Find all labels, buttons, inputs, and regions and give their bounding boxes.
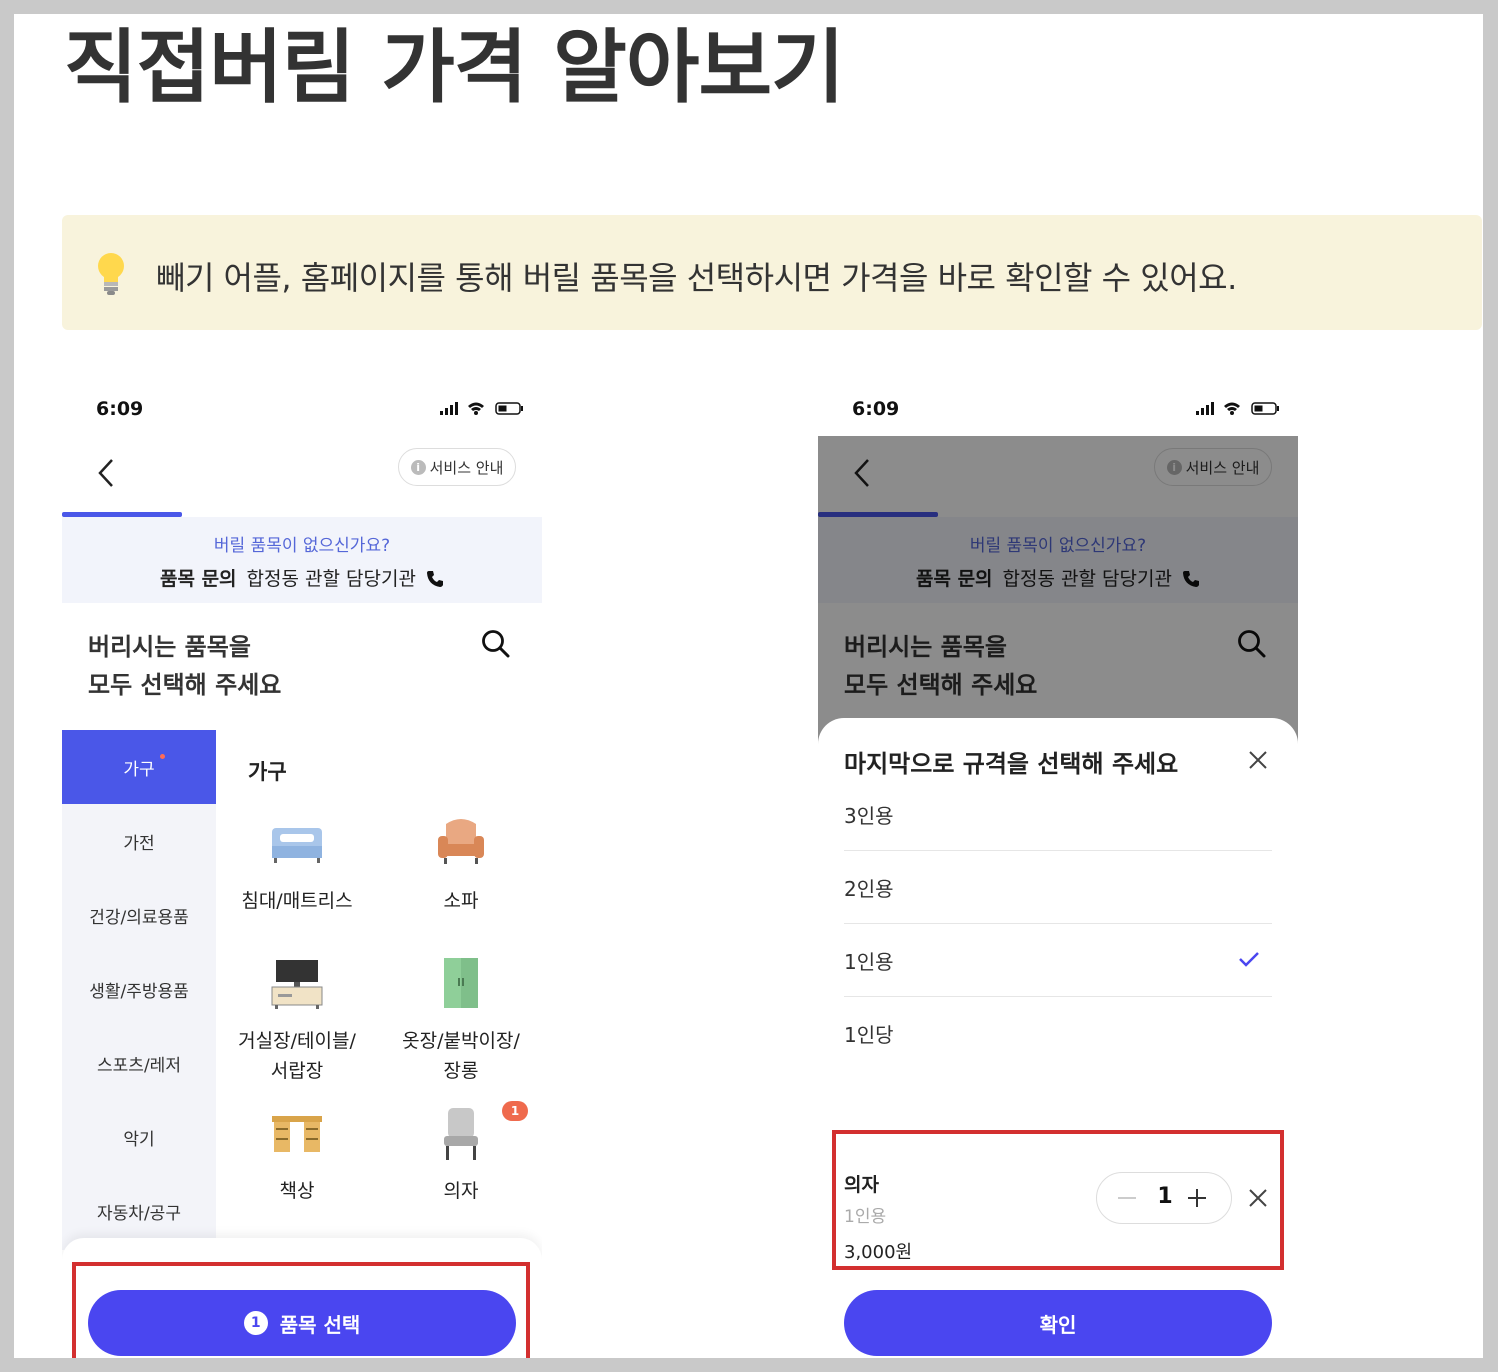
new-dot [160,754,165,759]
category-label: 가전 [123,833,155,854]
category-heading: 가구 [248,760,287,784]
category-label: 건강/의료용품 [89,907,189,928]
highlight-box [72,1262,530,1358]
item-label: 소파 [443,890,479,912]
item-label: 옷장/붙박이장/ 장롱 [402,1030,520,1082]
status-bar: 6:09 [818,376,1298,436]
spec-option[interactable]: 2인용 [844,851,1272,924]
confirm-label: 확인 [1039,1312,1077,1337]
close-icon[interactable] [1246,748,1270,772]
category-appliance[interactable]: 가전 [62,804,216,878]
phone-call-icon[interactable] [426,570,444,588]
tip-banner: 빼기 어플, 홈페이지를 통해 버릴 품목을 선택하시면 가격을 바로 확인할 … [62,215,1482,330]
notice-contact-row[interactable]: 품목 문의 합정동 관할 담당기관 [62,564,542,591]
notice-label: 품목 문의 [160,568,237,590]
status-time: 6:09 [852,398,900,420]
sofa-icon [438,819,484,864]
category-sidebar: 가구 가전 건강/의료용품 생활/주방용품 스포츠/레저 악기 자동차/공구 [62,730,216,1250]
phone-screen-category: 6:09 i 서비스 안내 버릴 품목이 없으신가요? 품목 문의 합정동 관할 … [62,376,542,1358]
status-time: 6:09 [96,398,144,420]
desk-icon [272,1116,322,1152]
highlight-box [832,1130,1284,1270]
spec-option[interactable]: 1인당 [844,997,1272,1070]
item-label: 거실장/테이블/ 서랍장 [238,1030,356,1082]
item-tv-stand[interactable]: 거실장/테이블/ 서랍장 [222,956,372,1086]
category-label: 자동차/공구 [97,1203,181,1224]
sheet-title: 마지막으로 규격을 선택해 주세요 [844,750,1179,778]
spec-option-selected[interactable]: 1인용 [844,924,1272,997]
tip-text: 빼기 어플, 홈페이지를 통해 버릴 품목을 선택하시면 가격을 바로 확인할 … [156,259,1237,297]
item-label: 책상 [279,1180,315,1202]
spec-option[interactable]: 3인용 [844,778,1272,851]
wardrobe-icon [444,958,478,1008]
status-bar: 6:09 [62,376,542,436]
option-label: 2인용 [844,876,894,901]
category-label: 악기 [123,1129,155,1150]
confirm-button[interactable]: 확인 [844,1290,1272,1356]
option-label: 3인용 [844,803,894,828]
category-kitchen[interactable]: 생활/주방용품 [62,952,216,1026]
item-chair[interactable]: 의자 [386,1106,536,1206]
item-wardrobe[interactable]: 옷장/붙박이장/ 장롱 [386,956,536,1086]
item-label: 의자 [443,1180,479,1202]
info-icon: i [410,459,426,475]
tv-stand-icon [271,960,323,1009]
phone-screen-spec: 6:09 i 서비스 안내 버릴 품목이 없으신가요? 품목 문의 합정동 관할 … [818,376,1298,1358]
item-label: 침대/매트리스 [241,890,353,912]
notice-contact: 합정동 관할 담당기관 [246,568,416,590]
notice-question: 버릴 품목이 없으신가요? [213,536,391,556]
app-bar: i 서비스 안내 [62,436,542,518]
lightbulb-icon [98,253,124,295]
search-icon[interactable] [480,628,512,660]
category-label: 스포츠/레저 [97,1055,181,1076]
chair-icon [444,1108,478,1160]
chair-count-badge: 1 [502,1101,528,1121]
category-instrument[interactable]: 악기 [62,1100,216,1174]
service-info-button[interactable]: i 서비스 안내 [398,448,516,486]
status-icons [440,402,523,415]
headline-line1: 버리시는 품목을 [88,633,251,661]
item-bed[interactable]: 침대/매트리스 [222,816,372,916]
category-car-tools[interactable]: 자동차/공구 [62,1174,216,1248]
headline-line2: 모두 선택해 주세요 [88,671,282,699]
back-arrow-icon[interactable] [92,456,122,490]
status-icons [1196,402,1279,415]
category-label: 가구 [123,759,155,780]
category-health[interactable]: 건강/의료용품 [62,878,216,952]
item-inquiry-notice: 버릴 품목이 없으신가요? 품목 문의 합정동 관할 담당기관 [62,517,542,603]
item-desk[interactable]: 책상 [222,1106,372,1206]
page: 직접버림 가격 알아보기 빼기 어플, 홈페이지를 통해 버릴 품목을 선택하시… [14,14,1483,1358]
category-sports[interactable]: 스포츠/레저 [62,1026,216,1100]
option-label: 1인용 [844,949,894,974]
page-title: 직접버림 가격 알아보기 [64,21,845,114]
category-furniture[interactable]: 가구 [62,730,216,804]
category-label: 생활/주방용품 [89,981,189,1002]
service-info-label: 서비스 안내 [429,458,504,477]
headline: 버리시는 품목을 모두 선택해 주세요 [88,628,281,704]
item-sofa[interactable]: 소파 [386,816,536,916]
check-icon [1239,952,1259,967]
bed-icon [272,828,322,863]
option-label: 1인당 [844,1023,894,1047]
